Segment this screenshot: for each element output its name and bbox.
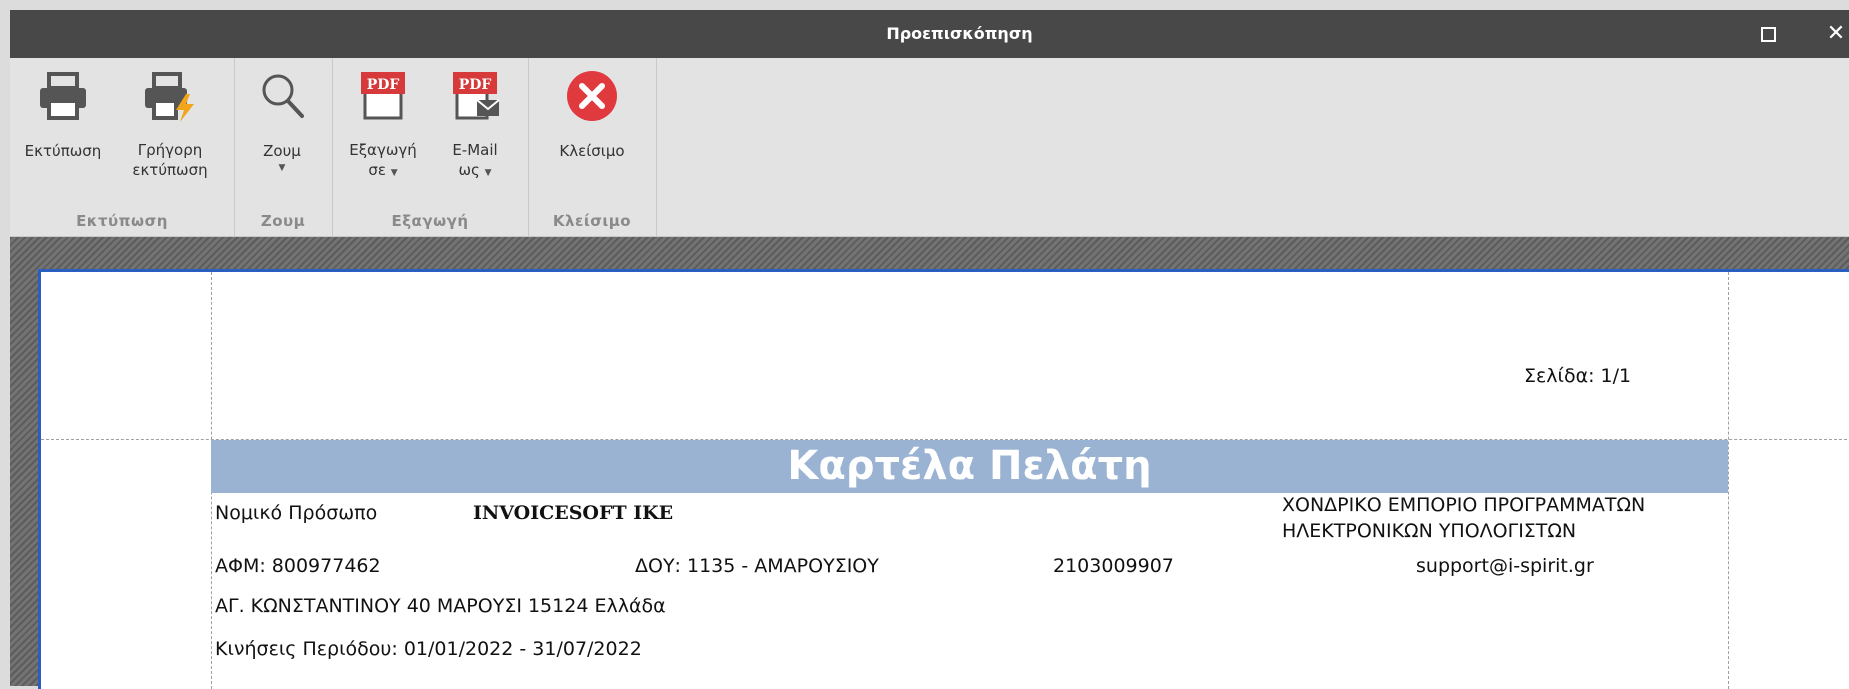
address: ΑΓ. ΚΩΝΣΤΑΝΤΙΝΟΥ 40 ΜΑΡΟΥΣΙ 15124 Ελλάδα [215, 595, 666, 617]
company-name: INVOICESOFT IKE [473, 502, 674, 524]
afm: ΑΦΜ: 800977462 [215, 555, 381, 577]
preview-area[interactable]: Σελίδα: 1/1 Καρτέλα Πελάτη Νομικό Πρόσωπο… [10, 237, 1849, 689]
group-label-zoom: Ζουμ [260, 212, 306, 230]
quick-print-label-line1: Γρήγορη [137, 141, 203, 159]
zoom-button[interactable]: Ζουμ ▼ [244, 68, 320, 174]
export-dropdown-caret[interactable]: ▼ [391, 168, 398, 178]
email-dropdown-caret[interactable]: ▼ [485, 168, 492, 178]
quick-print-label-line2: εκτύπωση [132, 161, 208, 179]
maximize-button[interactable] [1748, 10, 1788, 58]
ribbon-group-close: Κλείσιμο Κλείσιμο [528, 58, 657, 236]
svg-text:PDF: PDF [459, 77, 492, 93]
zoom-label: Ζουμ [263, 142, 301, 160]
printer-icon [40, 72, 86, 120]
ribbon-toolbar: Εκτύπωση Γρήγορη εκτύπωση Εκτύπωση Ζουμ … [10, 58, 1849, 237]
ribbon-group-print: Εκτύπωση Γρήγορη εκτύπωση Εκτύπωση [10, 58, 235, 236]
period: Κινήσεις Περιόδου: 01/01/2022 - 31/07/20… [215, 638, 642, 660]
doy: ΔΟΥ: 1135 - ΑΜΑΡΟΥΣΙΟΥ [635, 555, 879, 577]
close-label: Κλείσιμο [559, 142, 625, 160]
report-page: Σελίδα: 1/1 Καρτέλα Πελάτη Νομικό Πρόσωπο… [38, 269, 1849, 689]
window-close-button[interactable]: ✕ [1816, 10, 1849, 58]
window-title: Προεπισκόπηση [886, 24, 1033, 43]
group-label-export: Εξαγωγή [391, 212, 469, 230]
close-circle-icon [567, 71, 617, 121]
close-preview-button[interactable]: Κλείσιμο [544, 68, 640, 162]
activity-line-1: ΧΟΝΔΡΙΚΟ ΕΜΠΟΡΙΟ ΠΡΟΓΡΑΜΜΑΤΩΝ [1282, 494, 1646, 516]
pdf-export-icon: PDF [361, 72, 405, 120]
ribbon-group-zoom: Ζουμ ▼ Ζουμ [234, 58, 333, 236]
report-title: Καρτέλα Πελάτη [787, 443, 1152, 489]
page-number-label: Σελίδα: [1524, 365, 1595, 387]
svg-text:PDF: PDF [367, 77, 400, 93]
margin-guide-right [1728, 272, 1729, 689]
quick-print-icon [145, 72, 194, 122]
entity-type: Νομικό Πρόσωπο [215, 502, 378, 524]
email-label-line2: ως [458, 161, 480, 179]
email: support@i-spirit.gr [1416, 555, 1594, 577]
page-number-value: 1/1 [1600, 365, 1632, 387]
activity-line-2: ΗΛΕΚΤΡΟΝΙΚΩΝ ΥΠΟΛΟΓΙΣΤΩΝ [1282, 520, 1577, 542]
quick-print-button[interactable]: Γρήγορη εκτύπωση [120, 68, 220, 180]
phone: 2103009907 [1053, 555, 1174, 577]
zoom-dropdown-caret[interactable]: ▼ [244, 162, 320, 174]
report-title-banner: Καρτέλα Πελάτη [211, 440, 1728, 493]
export-label-line2: σε [368, 161, 386, 179]
group-label-close: Κλείσιμο [552, 212, 632, 230]
ribbon-group-export: PDF Εξαγωγή σε ▼ PDF E-Mail ως ▼ Εξαγωγή [332, 58, 529, 236]
page-number: Σελίδα: 1/1 [1524, 365, 1637, 387]
window-title-bar: Προεπισκόπηση ✕ [10, 10, 1849, 58]
pdf-email-icon: PDF [453, 72, 500, 120]
export-label-line1: Εξαγωγή [349, 141, 417, 159]
print-label: Εκτύπωση [24, 142, 102, 160]
email-label-line1: E-Mail [452, 141, 498, 159]
magnifier-icon [262, 74, 304, 118]
email-as-button[interactable]: PDF E-Mail ως ▼ [432, 68, 518, 183]
maximize-icon [1760, 26, 1776, 42]
print-button[interactable]: Εκτύπωση [18, 68, 108, 162]
group-label-print: Εκτύπωση [76, 212, 168, 230]
export-to-button[interactable]: PDF Εξαγωγή σε ▼ [340, 68, 426, 183]
